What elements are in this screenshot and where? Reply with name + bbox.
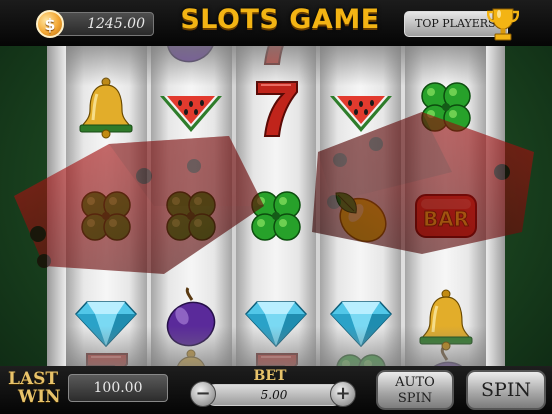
reels-window: BAR [66,46,486,366]
balance-display: 1245.00 [50,12,154,36]
diamond-icon [328,286,394,352]
last-win-label-line2: WIN [18,387,61,407]
game-title: SLOTS GAME [180,4,380,35]
auto-spin-button[interactable]: AUTO SPIN [376,370,454,410]
plum-icon [158,46,224,68]
clover-icon [73,183,139,249]
auto-spin-label-line1: AUTO [395,375,435,390]
reel-frame: BAR [47,46,505,366]
plum-icon [158,286,224,352]
last-win-value: 100.00 [68,374,168,402]
watermelon-icon [158,74,224,140]
seven-icon [73,346,139,366]
reel-3 [235,46,317,366]
trophy-icon[interactable] [486,6,520,42]
clover-icon [158,183,224,249]
lemon-icon [328,183,394,249]
clover-icon [243,183,309,249]
spin-button[interactable]: SPIN [466,370,546,410]
clover-icon [413,74,479,140]
diamond-icon [243,286,309,352]
reel-2 [150,46,232,366]
reel-4 [320,46,402,366]
bet-label: BET [253,368,287,384]
reel-1 [66,46,147,366]
last-win-label-line1: LAST [8,369,59,389]
last-win-label: LAST WIN [8,370,68,410]
bar-icon: BAR [413,183,479,249]
watermelon-icon [328,74,394,140]
bell-icon [73,74,139,140]
seven-icon [243,46,309,68]
auto-spin-label-line2: SPIN [397,391,433,406]
clover-icon [328,346,394,366]
top-players-label: TOP PLAYERS [415,17,496,30]
diamond-icon [73,286,139,352]
plum-icon [413,346,479,366]
seven-icon [243,346,309,366]
svg-text:BAR: BAR [423,207,469,231]
bell-icon [413,286,479,352]
bell-icon [158,346,224,366]
bet-value: 5.00 [204,384,344,406]
seven-icon [243,74,309,140]
bet-increase-button[interactable]: + [330,381,356,407]
dollar-coin-icon: $ [36,10,64,38]
bet-decrease-button[interactable]: − [190,381,216,407]
reel-5: BAR [405,46,486,366]
